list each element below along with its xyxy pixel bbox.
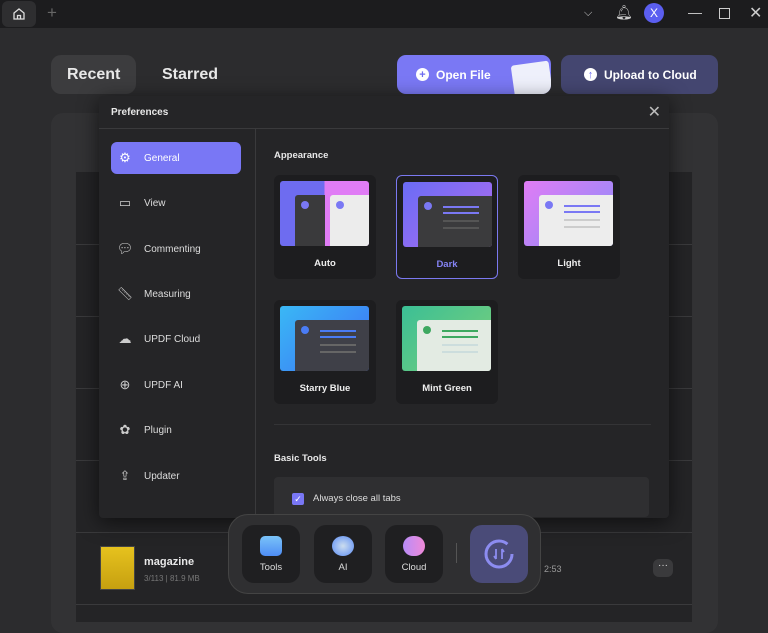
preferences-sidebar: ⚙ General ▭ View 💬︎ Commenting 📏︎ Measuring …	[99, 129, 256, 518]
avatar[interactable]: X	[644, 3, 664, 23]
home-icon	[13, 8, 25, 20]
maximize-button[interactable]	[719, 8, 730, 19]
row-divider	[76, 604, 692, 605]
update-icon: ⇪	[119, 468, 131, 483]
theme-label: Dark	[436, 259, 458, 270]
more-options-button[interactable]: ···	[653, 559, 673, 577]
sidebar-item-view[interactable]: ▭ View	[111, 187, 241, 219]
theme-label: Light	[557, 258, 581, 269]
dock-label: Tools	[259, 562, 283, 573]
ai-button[interactable]: AI	[314, 525, 372, 583]
sync-button[interactable]	[470, 525, 528, 583]
sidebar-item-plugin[interactable]: ✿ Plugin	[111, 414, 241, 446]
toolbox-icon	[260, 536, 282, 556]
comment-icon: 💬︎	[116, 241, 134, 256]
plus-icon: +	[416, 68, 429, 81]
theme-label: Auto	[314, 258, 336, 269]
sidebar-item-label: View	[144, 197, 166, 209]
theme-light[interactable]: Light	[518, 175, 620, 279]
file-meta: 3/113 | 81.9 MB	[144, 574, 200, 583]
sidebar-item-updf-ai[interactable]: ⊕ UPDF AI	[111, 369, 241, 401]
appearance-heading: Appearance	[274, 150, 329, 161]
title-bar: + ⌵ 🔔︎ X — ✕	[0, 0, 768, 28]
checkbox-label: Always close all tabs	[313, 493, 401, 504]
sidebar-item-updater[interactable]: ⇪ Updater	[111, 460, 241, 492]
minimize-button[interactable]: —	[688, 4, 702, 20]
file-time: 2:53	[544, 564, 562, 574]
bell-icon[interactable]: 🔔︎	[615, 4, 633, 21]
always-close-tabs-option: ✓ Always close all tabs	[274, 477, 649, 517]
sidebar-item-label: Plugin	[144, 424, 172, 436]
theme-dark[interactable]: Dark	[396, 175, 498, 279]
section-divider	[274, 424, 651, 425]
file-thumbnail	[100, 546, 135, 590]
open-file-button[interactable]: + Open File	[397, 55, 551, 94]
cloud-icon: ☁	[118, 331, 132, 346]
cloud-icon	[403, 536, 425, 556]
sidebar-item-label: UPDF Cloud	[144, 333, 201, 345]
theme-auto[interactable]: Auto	[274, 175, 376, 279]
documents-illustration	[510, 60, 551, 94]
sidebar-item-measuring[interactable]: 📏︎ Measuring	[111, 278, 241, 310]
sidebar-item-general[interactable]: ⚙ General	[111, 142, 241, 174]
upload-label: Upload to Cloud	[604, 67, 697, 82]
sidebar-item-label: Commenting	[144, 243, 201, 255]
close-button[interactable]: ✕	[749, 3, 762, 23]
cloud-button[interactable]: Cloud	[385, 525, 443, 583]
plugin-icon: ✿	[119, 422, 131, 437]
tools-button[interactable]: Tools	[242, 525, 300, 583]
theme-preview	[403, 182, 492, 247]
new-tab-button[interactable]: +	[47, 3, 57, 23]
file-name: magazine	[144, 556, 195, 568]
gear-icon: ⚙	[119, 150, 131, 165]
basic-tools-heading: Basic Tools	[274, 453, 327, 464]
tab-starred[interactable]: Starred	[146, 55, 234, 94]
sidebar-item-updf-cloud[interactable]: ☁ UPDF Cloud	[111, 323, 241, 355]
sidebar-item-label: UPDF AI	[144, 379, 183, 391]
bottom-dock: Tools AI Cloud	[228, 514, 541, 594]
theme-label: Mint Green	[422, 383, 472, 394]
close-dialog-button[interactable]: ✕	[648, 102, 661, 122]
theme-preview	[524, 181, 613, 246]
sidebar-item-label: Updater	[144, 470, 180, 482]
theme-preview	[280, 181, 369, 246]
theme-mint-green[interactable]: Mint Green	[396, 300, 498, 404]
sidebar-item-commenting[interactable]: 💬︎ Commenting	[111, 233, 241, 265]
home-tab[interactable]	[2, 1, 36, 27]
upload-icon: ↑	[584, 68, 597, 81]
open-file-label: Open File	[436, 67, 491, 82]
theme-starry-blue[interactable]: Starry Blue	[274, 300, 376, 404]
theme-preview	[402, 306, 491, 371]
dock-divider	[456, 543, 457, 563]
dock-label: AI	[338, 562, 348, 573]
theme-label: Starry Blue	[299, 383, 351, 394]
preferences-dialog: Preferences ✕ ⚙ General ▭ View 💬︎ Commentin…	[99, 96, 669, 518]
chevron-down-icon[interactable]: ⌵	[584, 7, 592, 20]
sidebar-item-label: Measuring	[144, 288, 191, 300]
theme-preview	[280, 306, 369, 371]
preferences-content: Appearance Auto Dark Light Starry Blue M…	[256, 129, 669, 518]
dialog-title: Preferences	[99, 96, 669, 129]
ai-icon	[332, 536, 354, 556]
sync-icon	[484, 539, 514, 569]
dock-label: Cloud	[401, 562, 427, 573]
ai-icon: ⊕	[119, 377, 131, 392]
always-close-tabs-checkbox[interactable]: ✓	[292, 493, 304, 505]
upload-to-cloud-button[interactable]: ↑ Upload to Cloud	[561, 55, 718, 94]
layout-icon: ▭	[118, 195, 132, 210]
tab-recent[interactable]: Recent	[51, 55, 137, 94]
sidebar-item-label: General	[144, 152, 180, 164]
ruler-icon: 📏︎	[116, 286, 134, 301]
